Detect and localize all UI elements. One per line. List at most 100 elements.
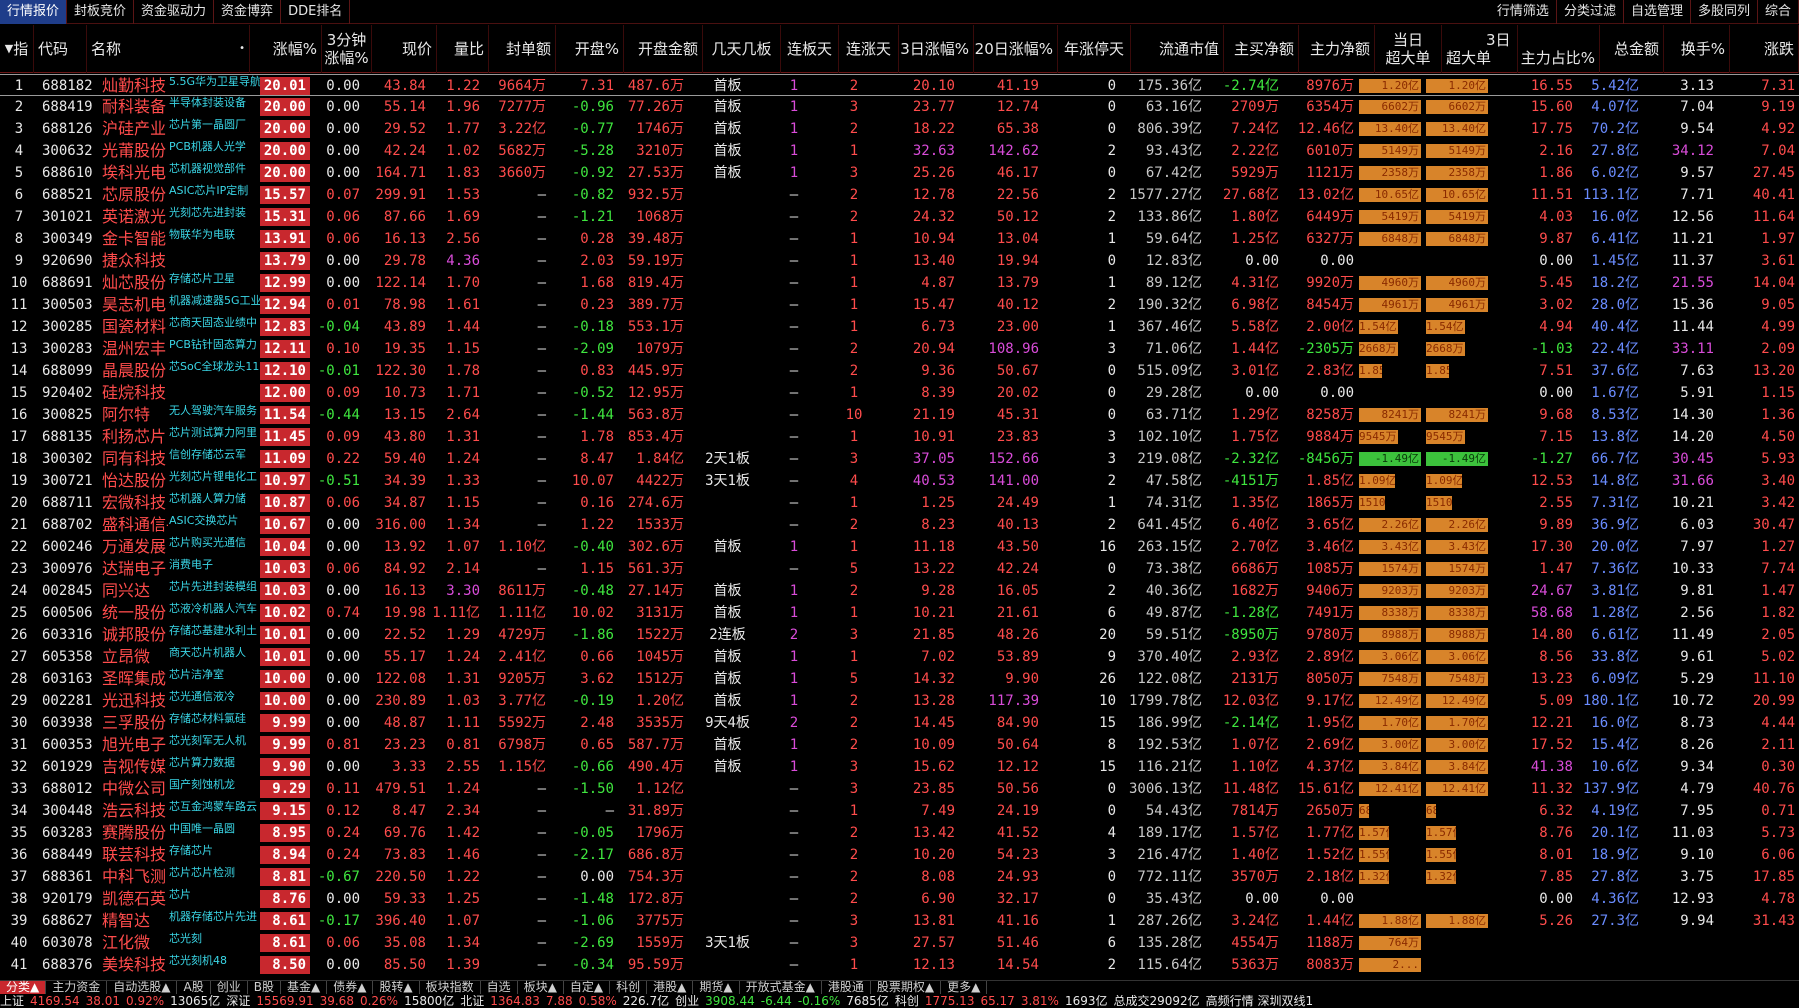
bottom-tab[interactable]: 板块指数	[420, 981, 481, 994]
table-row[interactable]: 6 688521 芯原股份 ASIC芯片IP定制 15.57 0.07 299.91 1.53…	[0, 184, 1799, 206]
table-row[interactable]: 34 300448 浩云科技 芯互金鸿蒙车路云 9.15 0.12 8.47 2.34 — — 31…	[0, 800, 1799, 822]
table-row[interactable]: 1 688182 灿勤科技 5.5G华为卫星导航 20.01 0.00 43.84 1.22 9…	[0, 74, 1799, 96]
table-row[interactable]: 33 688012 中微公司 国产刻蚀机龙 9.29 0.11 479.51 1.24 — -1.…	[0, 778, 1799, 800]
table-row[interactable]: 39 688627 精智达 机器存储芯片先进 8.61 -0.17 396.40 1.07 — -…	[0, 910, 1799, 932]
header-volume-ratio[interactable]: 量比	[437, 25, 489, 73]
header-code[interactable]: 代码	[34, 25, 87, 73]
table-row[interactable]: 25 600506 统一股份 芯液冷机器人汽车 10.02 0.74 19.98 1.11亿 1…	[0, 602, 1799, 624]
change-pct-badge: 13.91	[260, 230, 310, 248]
toolbar-tab[interactable]: 封板竞价	[67, 0, 135, 24]
table-row[interactable]: 10 688691 灿芯股份 存储芯片卫星 12.99 0.00 122.14 1.70 — 1.…	[0, 272, 1799, 294]
header-main-ratio[interactable]: 主力占比%	[1518, 25, 1600, 73]
bottom-tab[interactable]: 分类▲	[0, 981, 47, 994]
header-consecutive-up[interactable]: 连涨天	[839, 25, 899, 73]
toolbar-tab[interactable]: DDE排名	[281, 0, 351, 24]
bottom-tab[interactable]: A股	[177, 981, 211, 994]
toolbar-button[interactable]: 自选管理	[1624, 0, 1691, 24]
toolbar-button[interactable]: 行情筛选	[1490, 0, 1557, 24]
header-seal-amount[interactable]: 封单额	[489, 25, 556, 73]
header-main-net[interactable]: 主力净额	[1299, 25, 1375, 73]
table-row[interactable]: 27 605358 立昂微 商天芯片机器人 10.01 0.00 55.17 1.24 2.41…	[0, 646, 1799, 668]
bottom-tab[interactable]: 债券▲	[327, 981, 374, 994]
bottom-tab[interactable]: 自动选股▲	[107, 981, 178, 994]
bottom-tab[interactable]: 板块▲	[518, 981, 564, 994]
bottom-tab[interactable]: B股	[248, 981, 281, 994]
bottom-tab[interactable]: 科创	[610, 981, 648, 994]
bottom-tab[interactable]: 股转▲	[373, 981, 420, 994]
table-row[interactable]: 8 300349 金卡智能 物联华为电联 13.91 0.06 16.13 2.56 — 0.28…	[0, 228, 1799, 250]
header-name[interactable]: 名称 •	[87, 25, 250, 73]
table-row[interactable]: 26 603316 诚邦股份 存储芯基建水利土 10.01 0.00 22.52 1.29 47…	[0, 624, 1799, 646]
table-row[interactable]: 17 688135 利扬芯片 芯片测试算力阿里 11.45 0.09 43.80 1.31 — 1…	[0, 426, 1799, 448]
table-row[interactable]: 20 688711 宏微科技 芯机器人算力储 10.87 0.06 34.87 1.15 — 0.…	[0, 492, 1799, 514]
table-row[interactable]: 21 688702 盛科通信-UASIC交换芯片 10.67 0.00 316.00 1.3…	[0, 514, 1799, 536]
table-row[interactable]: 28 603163 圣晖集成 芯片洁净室 10.00 0.00 122.08 1.31 9205…	[0, 668, 1799, 690]
table-row[interactable]: 19 300721 怡达股份 光刻芯片锂电化工 10.97 -0.51 34.39 1.33 —…	[0, 470, 1799, 492]
bottom-tab[interactable]: 期货▲	[693, 981, 740, 994]
table-row[interactable]: 4 300632 光莆股份 PCB机器人光学 20.00 0.00 42.24 1.02 568…	[0, 140, 1799, 162]
table-row[interactable]: 29 002281 光迅科技 芯光通信液冷 10.00 0.00 230.89 1.03 3.7…	[0, 690, 1799, 712]
header-index[interactable]: ▼ 指	[0, 25, 34, 73]
table-row[interactable]: 16 300825 阿尔特 无人驾驶汽车服务 11.54 -0.44 13.15 2.64 — -…	[0, 404, 1799, 426]
header-today-super[interactable]: 当日 超大单	[1375, 25, 1442, 73]
header-total-amount[interactable]: 总金额	[1600, 25, 1664, 73]
header-3day-super[interactable]: 3日 超大单	[1442, 25, 1518, 73]
toolbar-button[interactable]: 分类过滤	[1557, 0, 1624, 24]
header-price[interactable]: 现价	[372, 25, 437, 73]
toolbar-tab[interactable]: 行情报价	[0, 0, 68, 24]
bottom-tab[interactable]: 港股通	[822, 981, 871, 994]
table-row[interactable]: 31 600353 旭光电子 芯光刻军无人机 9.99 0.81 23.23 0.81 6798…	[0, 734, 1799, 756]
table-row[interactable]: 14 688099 晶晨股份 芯SoC全球龙头110 12.10 -0.01 122.30 1…	[0, 360, 1799, 382]
table-row[interactable]: 11 300503 昊志机电 机器减速器5G工业 12.94 0.01 78.98 1.61 —…	[0, 294, 1799, 316]
bottom-tab[interactable]: 港股▲	[647, 981, 694, 994]
header-change-pct[interactable]: 涨幅%	[250, 25, 322, 73]
toolbar-button[interactable]: 综合	[1758, 0, 1799, 24]
main-net: 1.44亿	[1306, 913, 1354, 929]
table-row[interactable]: 5 688610 埃科光电 芯机器视觉部件 20.00 0.00 164.71 1.83 366…	[0, 162, 1799, 184]
table-row[interactable]: 41 688376 美埃科技 芯光刻机48 8.50 0.00 85.50 1.39 — -0.3…	[0, 954, 1799, 976]
header-float-mcap[interactable]: 流通市值	[1131, 25, 1224, 73]
header-3min-change[interactable]: 3分钟 涨幅%	[322, 25, 372, 73]
bottom-tab[interactable]: 主力资金	[46, 981, 108, 994]
bottom-tab[interactable]: 更多▲	[941, 981, 988, 994]
header-open-amount[interactable]: 开盘金额	[624, 25, 703, 73]
table-row[interactable]: 23 300976 达瑞电子 消费电子 10.03 0.06 84.92 2.14 — 1.15 5…	[0, 558, 1799, 580]
table-row[interactable]: 9 920690 捷众科技 13.79 0.00 29.78 4.36 — 2.03 59.19万…	[0, 250, 1799, 272]
table-row[interactable]: 12 300285 国瓷材料 芯商天固态业绩中 12.83 -0.04 43.89 1.44 —…	[0, 316, 1799, 338]
header-consecutive-limit[interactable]: 连板天	[781, 25, 839, 73]
bottom-tab[interactable]: 自定▲	[564, 981, 611, 994]
row-index: 27	[10, 649, 28, 665]
table-row[interactable]: 40 603078 江化微 芯光刻 8.61 0.06 35.08 1.34 — -2.69 155…	[0, 932, 1799, 954]
table-row[interactable]: 24 002845 同兴达 芯片先进封装模组 10.03 0.00 16.13 3.30 861…	[0, 580, 1799, 602]
header-open-pct[interactable]: 开盘%	[556, 25, 624, 73]
table-row[interactable]: 36 688449 联芸科技 存储芯片 8.94 0.24 73.83 1.46 — -2.17 6…	[0, 844, 1799, 866]
table-row[interactable]: 37 688361 中科飞测 芯片芯片检测 8.81 -0.67 220.50 1.22 — 0.…	[0, 866, 1799, 888]
header-turnover[interactable]: 换手%	[1664, 25, 1730, 73]
header-main-buy-net[interactable]: 主买净额	[1224, 25, 1299, 73]
toolbar-button[interactable]: 多股同列	[1691, 0, 1758, 24]
toolbar-tab[interactable]: 资金驱动力	[134, 0, 215, 24]
toolbar-tab[interactable]: 资金博弈	[214, 0, 282, 24]
bottom-tab[interactable]: 创业	[211, 981, 248, 994]
table-row[interactable]: 35 603283 赛腾股份 中国唯一晶圆 8.95 0.24 69.76 1.42 — -0.0…	[0, 822, 1799, 844]
table-row[interactable]: 3 688126 沪硅产业 芯片第一晶圆厂 20.00 0.00 29.52 1.77 3.22…	[0, 118, 1799, 140]
table-row[interactable]: 22 600246 万通发展 芯片购买光通信 10.04 0.00 13.92 1.07 1.1…	[0, 536, 1799, 558]
bottom-tab[interactable]: 基金▲	[281, 981, 328, 994]
table-row[interactable]: 32 601929 吉视传媒 芯片算力数据 9.90 0.00 3.33 2.55 1.15亿 -…	[0, 756, 1799, 778]
header-3day-change[interactable]: 3日涨幅%	[899, 25, 974, 73]
table-row[interactable]: 7 301021 英诺激光 光刻芯先进封装 15.31 0.06 87.66 1.69 — -1.…	[0, 206, 1799, 228]
bottom-tab[interactable]: 股票期权▲	[871, 981, 942, 994]
table-row[interactable]: 15 920402 硅烷科技 12.00 0.09 10.73 1.71 — -0.52 12.9…	[0, 382, 1799, 404]
header-year-limit-days[interactable]: 年涨停天	[1058, 25, 1131, 73]
bottom-tab[interactable]: 自选	[481, 981, 518, 994]
table-row[interactable]: 2 688419 耐科装备 半导体封装设备 20.00 0.00 55.14 1.96 7277…	[0, 96, 1799, 118]
table-row[interactable]: 30 603938 三孚股份 存储芯材料氯硅 9.99 0.00 48.87 1.11 5592…	[0, 712, 1799, 734]
table-row[interactable]: 38 920179 凯德石英 芯片 8.76 0.00 59.33 1.25 — -1.48 172…	[0, 888, 1799, 910]
header-price-change[interactable]: 涨跌	[1730, 25, 1799, 73]
header-20day-change[interactable]: 20日涨幅%	[974, 25, 1058, 73]
table-row[interactable]: 18 300302 同有科技 信创存储芯云军 11.09 0.22 59.40 1.24 — 8.…	[0, 448, 1799, 470]
super-order-cell: 1.32亿	[1426, 866, 1492, 888]
header-boards[interactable]: 几天几板	[703, 25, 781, 73]
table-row[interactable]: 13 300283 温州宏丰 PCB钻针固态算力 12.11 0.10 19.35 1.15 —…	[0, 338, 1799, 360]
bottom-tab[interactable]: 开放式基金▲	[740, 981, 822, 994]
